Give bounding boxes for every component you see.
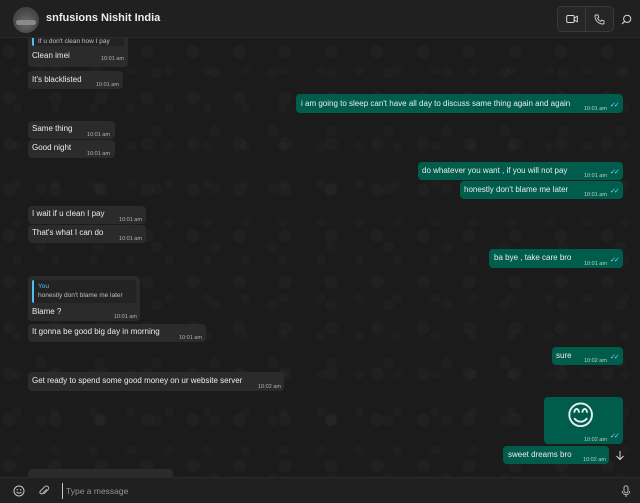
message-outgoing[interactable]: sweet dreams bro 10:02 am: [503, 446, 609, 464]
video-call-button[interactable]: [558, 7, 585, 31]
emoji-smiling-face: 😊: [566, 400, 596, 431]
contact-avatar[interactable]: [13, 7, 39, 33]
message-incoming[interactable]: Good night 10:01 am: [28, 140, 115, 158]
message-text: i am going to sleep can't have all day t…: [301, 99, 571, 108]
message-incoming[interactable]: You honestly don't blame me later Blame …: [28, 276, 140, 321]
message-time: 10:01 am: [114, 314, 137, 320]
message-incoming[interactable]: If u don't clean how I pay Clean imei 10…: [28, 38, 128, 67]
read-receipt-icon: ✓✓: [610, 433, 620, 440]
contact-name[interactable]: snfusions Nishit India: [46, 12, 160, 24]
message-time: 10:01 am: [584, 173, 607, 179]
message-incoming[interactable]: Same thing 10:01 am: [28, 121, 115, 139]
microphone-icon: [621, 484, 631, 497]
scroll-to-bottom-button[interactable]: [612, 447, 628, 463]
message-text: Good night: [32, 143, 72, 152]
message-time: 10:01 am: [96, 82, 119, 88]
quoted-message[interactable]: You honestly don't blame me later: [32, 280, 136, 303]
paperclip-icon: [39, 485, 50, 495]
message-outgoing[interactable]: honestly don't blame me later 10:01 am ✓…: [460, 181, 623, 199]
message-time: 10:01 am: [584, 261, 607, 267]
video-call-icon: [565, 15, 578, 23]
message-time: 10:01 am: [87, 151, 110, 157]
message-time: 10:01 am: [101, 56, 124, 62]
read-receipt-icon: ✓✓: [610, 169, 620, 176]
message-text: It gonna be good big day in morning: [32, 327, 160, 336]
attach-button[interactable]: [37, 484, 51, 498]
message-outgoing[interactable]: ba bye , take care bro 10:01 am ✓✓: [489, 249, 623, 268]
message-time: 10:02 am: [583, 457, 606, 463]
message-text: Same thing: [32, 124, 73, 133]
message-text: sweet dreams bro: [508, 450, 572, 459]
message-incoming-partial[interactable]: [28, 469, 173, 477]
message-time: 10:02 am: [258, 384, 281, 390]
quoted-message[interactable]: If u don't clean how I pay: [32, 38, 124, 46]
message-text: sure: [556, 351, 572, 360]
quoted-text: If u don't clean how I pay: [38, 38, 110, 45]
message-incoming[interactable]: I wait if u clean I pay 10:01 am: [28, 206, 146, 224]
message-text: do whatever you want , if you will not p…: [422, 166, 568, 175]
message-time: 10:01 am: [179, 335, 202, 341]
message-text: Clean imei: [32, 51, 70, 60]
read-receipt-icon: ✓✓: [610, 257, 620, 264]
message-text: That's what I can do: [32, 228, 104, 237]
search-button[interactable]: [617, 9, 635, 29]
message-text: Blame ?: [32, 307, 62, 316]
message-text: I wait if u clean I pay: [32, 209, 105, 218]
message-time: 10:01 am: [119, 236, 142, 242]
message-outgoing[interactable]: do whatever you want , if you will not p…: [418, 162, 623, 180]
message-incoming[interactable]: That's what I can do 10:01 am: [28, 225, 146, 243]
message-time: 10:01 am: [584, 106, 607, 112]
phone-icon: [594, 14, 605, 24]
message-input[interactable]: [62, 483, 602, 499]
voice-call-button[interactable]: [585, 7, 613, 31]
message-time: 10:01 am: [584, 192, 607, 198]
message-incoming[interactable]: It's blacklisted 10:01 am: [28, 71, 123, 89]
message-list[interactable]: If u don't clean how I pay Clean imei 10…: [0, 38, 640, 477]
message-time: 10:02 am: [584, 437, 607, 443]
call-buttons-group: [557, 6, 614, 32]
chat-header: snfusions Nishit India: [0, 0, 640, 38]
voice-message-button[interactable]: [619, 484, 633, 498]
read-receipt-icon: ✓✓: [610, 354, 620, 361]
message-incoming[interactable]: Get ready to spend some good money on ur…: [28, 372, 284, 391]
message-text: It's blacklisted: [32, 75, 82, 84]
message-time: 10:01 am: [87, 132, 110, 138]
message-incoming[interactable]: It gonna be good big day in morning 10:0…: [28, 324, 206, 342]
read-receipt-icon: ✓✓: [610, 102, 620, 109]
message-outgoing[interactable]: sure 10:02 am ✓✓: [552, 347, 623, 365]
quoted-text: honestly don't blame me later: [38, 292, 123, 299]
message-text: honestly don't blame me later: [464, 185, 569, 194]
emoji-icon: [13, 485, 25, 497]
arrow-down-icon: [616, 450, 624, 460]
search-icon: [621, 14, 631, 24]
message-outgoing[interactable]: i am going to sleep can't have all day t…: [296, 94, 623, 113]
message-text: ba bye , take care bro: [494, 253, 572, 262]
message-time: 10:01 am: [119, 217, 142, 223]
message-time: 10:02 am: [584, 358, 607, 364]
emoji-button[interactable]: [12, 484, 26, 498]
message-composer: [0, 477, 640, 503]
message-text: Get ready to spend some good money on ur…: [32, 376, 243, 385]
read-receipt-icon: ✓✓: [610, 188, 620, 195]
message-outgoing[interactable]: 😊 10:02 am ✓✓: [544, 397, 623, 444]
